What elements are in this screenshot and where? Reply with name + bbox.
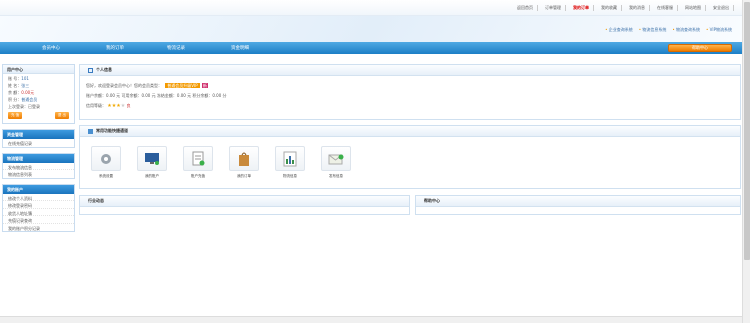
nav-fund-details[interactable]: 资金明细 [231,45,249,51]
quick-app-label: 物流信息 [283,174,297,178]
top-link[interactable]: 我的收藏 [597,5,622,11]
industry-news-title: 行业动态 [80,196,409,207]
top-bar: 返回首页 订单管理 我的订单 我的收藏 我的消息 在线客服 网站地图 安全退出 [0,0,742,16]
sidebar-link[interactable]: 收货人地址簿 [3,209,74,216]
personal-info-panel: 个人信息 您好，欢迎登录会员中心！您的会员类型： 普通会员升级VIP 新 账户余… [79,64,741,120]
user-center-buttons: 充 值 退 出 [3,109,74,123]
upgrade-vip-badge[interactable]: 普通会员升级VIP [165,83,200,88]
logout-button[interactable]: 退 出 [54,112,69,119]
system-link[interactable]: 企业查询系统 [605,27,633,33]
top-link[interactable]: 我的消息 [625,5,650,11]
system-link[interactable]: 物流查询系统 [672,27,700,33]
sidebar-link[interactable]: 在线充值记录 [3,139,74,147]
sidebar-section-title: 我的账户 [3,184,74,194]
quick-app-label: 系统设置 [99,174,113,178]
horizontal-scrollbar[interactable] [0,316,742,323]
top-links: 返回首页 订单管理 我的订单 我的收藏 我的消息 在线客服 网站地图 安全退出 [513,5,734,11]
welcome-line: 您好，欢迎登录会员中心！您的会员类型： 普通会员升级VIP 新 [86,83,208,88]
user-center-box: 用户中心 账 号：101 姓 名：张三 余 额：0.00元 积 分：普通会员 上… [2,64,75,124]
main-nav: 会员中心 我的订单 物流记录 资金明细 帮助中心 [0,42,742,54]
gear-icon [99,152,113,166]
help-center-button[interactable]: 帮助中心 [668,44,732,52]
quick-app-tile[interactable] [137,146,167,171]
sidebar-section: 物流管理 发布物流信息 物流信息列表 [2,152,75,179]
help-center-panel: 帮助中心 [415,195,741,215]
user-center-title: 用户中心 [3,65,74,74]
balance-line: 账户余额：0.00 元 可用余额：0.00 元 冻结金额：0.00 元 积分余额… [86,93,227,98]
user-row-balance: 余 额：0.00元 [8,90,35,95]
site-header: 企业查询系统物流信息系统物流查询系统 VIP物流系统 [0,16,742,42]
sidebar: 用户中心 账 号：101 姓 名：张三 余 额：0.00元 积 分：普通会员 上… [2,64,75,237]
quick-app-label: 我的账户 [145,174,159,178]
quick-app-tile[interactable] [229,146,259,171]
apps-icon [88,128,93,134]
quick-app-label: 账户充值 [191,174,205,178]
user-icon [88,67,93,73]
rating-line: 信用等级： ★★★★ 良 [86,103,131,109]
star-icon: ★ [120,103,126,109]
nav-member-center[interactable]: 会员中心 [42,45,60,51]
user-row-account: 账 号：101 [8,76,29,81]
sidebar-link[interactable]: 充值记录查询 [3,216,74,224]
system-link[interactable]: VIP物流系统 [706,27,732,33]
rating-stars: ★★★★ [107,103,126,109]
quick-app-tile[interactable] [183,146,213,171]
quick-app-chart[interactable]: 物流信息 [274,146,306,179]
monitor-icon [144,152,160,166]
sidebar-section: 资金管理 在线充值记录 [2,129,75,148]
sidebar-link[interactable]: 我的账户积分记录 [3,224,74,232]
quick-apps-title: 常用功能快捷通道 [96,128,128,133]
document-icon [191,151,205,167]
quick-app-label: 我的订单 [237,174,251,178]
top-link[interactable]: 安全退出 [709,5,734,11]
quick-app-envelope[interactable]: 发布信息 [320,146,352,179]
user-row-points: 积 分：普通会员 [8,97,38,102]
quick-app-label: 发布信息 [329,174,343,178]
envelope-icon [328,153,344,165]
quick-apps-panel: 常用功能快捷通道 系统设置 我的账户 账户充值 我的订单 物流信息 发布信息 [79,125,741,189]
quick-app-document[interactable]: 账户充值 [182,146,214,179]
scrollbar-thumb[interactable] [744,2,750,260]
top-link[interactable]: 返回首页 [513,5,538,11]
system-links: 企业查询系统物流信息系统物流查询系统 VIP物流系统 [605,27,732,33]
quick-app-tile[interactable] [321,146,351,171]
chart-icon [283,151,297,167]
help-center-title: 帮助中心 [416,196,740,207]
sidebar-section-title: 物流管理 [3,153,74,163]
nav-logistics-records[interactable]: 物流记录 [167,45,185,51]
top-link[interactable]: 订单管理 [541,5,566,11]
sidebar-section-title: 资金管理 [3,130,74,139]
personal-info-header: 个人信息 [80,65,740,76]
bag-icon [237,151,251,167]
quick-apps-list: 系统设置 我的账户 账户充值 我的订单 物流信息 发布信息 [90,146,352,179]
top-link[interactable]: 在线客服 [653,5,678,11]
sidebar-link[interactable]: 物流信息列表 [3,170,74,178]
new-tag: 新 [201,83,208,88]
sidebar-link[interactable]: 发布物流信息 [3,163,74,170]
quick-app-bag[interactable]: 我的订单 [228,146,260,179]
industry-news-panel: 行业动态 [79,195,410,215]
nav-my-orders[interactable]: 我的订单 [106,45,124,51]
quick-app-gear[interactable]: 系统设置 [90,146,122,179]
quick-app-monitor[interactable]: 我的账户 [136,146,168,179]
user-row-last-login: 上次登录：已登录 [8,104,40,109]
user-row-name: 姓 名：张三 [8,83,30,88]
quick-app-tile[interactable] [275,146,305,171]
sidebar-section: 我的账户 修改个人资料 修改登录密码 收货人地址簿 充值记录查询 我的账户积分记录 [2,183,75,232]
system-link[interactable]: 物流信息系统 [639,27,666,33]
sidebar-link[interactable]: 修改登录密码 [3,201,74,209]
top-link[interactable]: 我的订单 [569,5,594,11]
vertical-scrollbar[interactable] [742,0,750,323]
quick-apps-header: 常用功能快捷通道 [80,126,740,137]
personal-info-title: 个人信息 [96,67,112,72]
recharge-button[interactable]: 充 值 [8,112,23,119]
top-link[interactable]: 网站地图 [681,5,706,11]
quick-app-tile[interactable] [91,146,121,171]
sidebar-link[interactable]: 修改个人资料 [3,194,74,201]
